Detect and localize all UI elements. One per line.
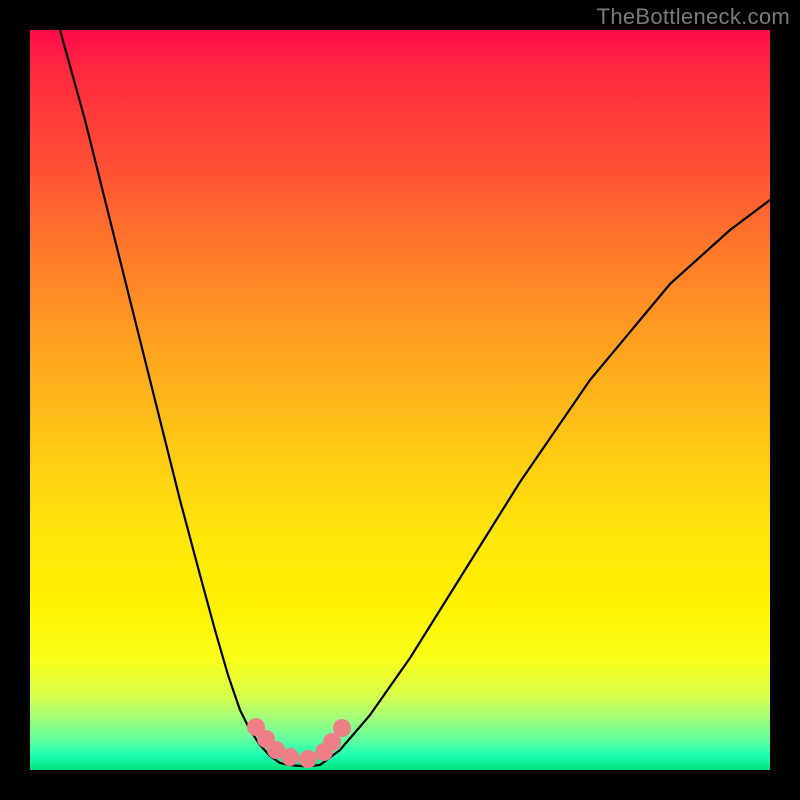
highlight-dots-layer: [30, 30, 770, 770]
highlight-dots-group: [247, 718, 351, 768]
chart-frame: TheBottleneck.com: [0, 0, 800, 800]
plot-area: [30, 30, 770, 770]
highlight-dot: [333, 719, 351, 737]
highlight-dot: [299, 750, 317, 768]
watermark-text: TheBottleneck.com: [597, 4, 790, 30]
highlight-dot: [281, 748, 299, 766]
